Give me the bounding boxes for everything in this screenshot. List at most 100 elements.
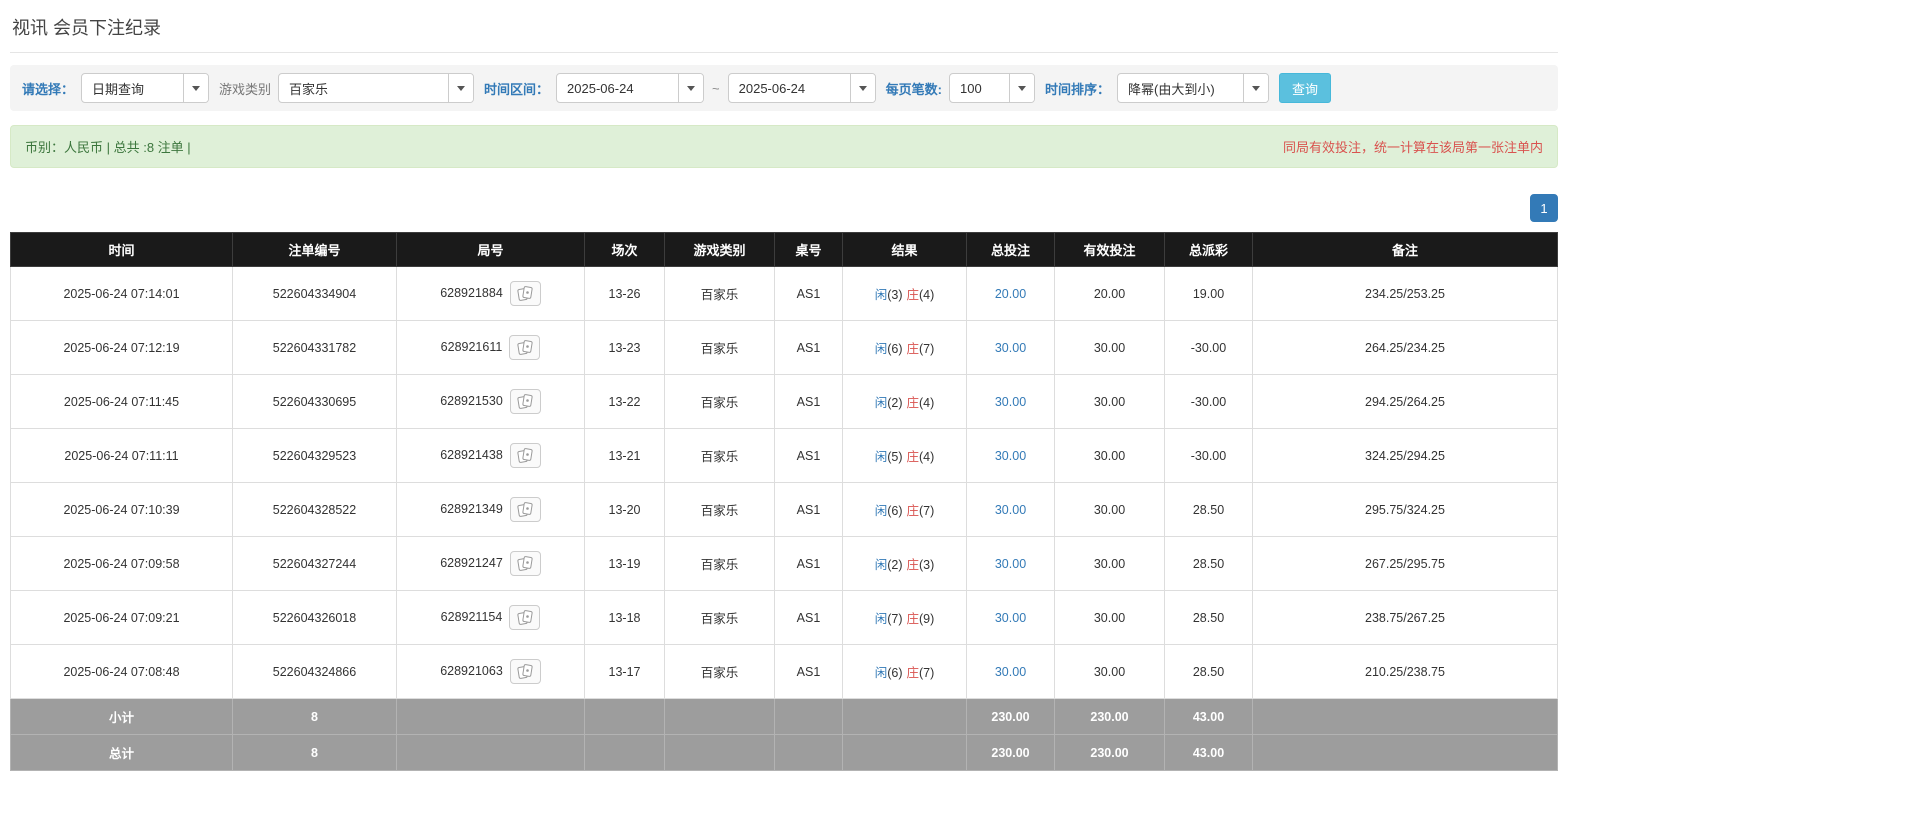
page-container: 视讯 会员下注纪录 请选择： 日期查询 游戏类别 百家乐 时间区间： 2025-… [10, 0, 1558, 771]
cards-icon [517, 394, 533, 409]
column-header: 总投注 [966, 232, 1055, 267]
summary-bar: 币别：人民币 | 总共 :8 注单 | 同局有效投注，统一计算在该局第一张注单内 [10, 125, 1558, 168]
table-row: 2025-06-24 07:09:21 522604326018 6289211… [10, 590, 1558, 645]
table-row: 2025-06-24 07:10:39 522604328522 6289213… [10, 482, 1558, 537]
cell-note: 238.75/267.25 [1252, 590, 1558, 645]
cell-round-id: 628921247 [396, 536, 585, 591]
cell-table-no: AS1 [774, 590, 843, 645]
subtotal-count: 8 [232, 698, 397, 735]
cell-game-type: 百家乐 [664, 644, 775, 699]
filter-bar: 请选择： 日期查询 游戏类别 百家乐 时间区间： 2025-06-24 ~ 20… [10, 65, 1558, 111]
search-button[interactable]: 查询 [1279, 73, 1332, 103]
cell-note: 234.25/253.25 [1252, 266, 1558, 321]
cell-game-type: 百家乐 [664, 536, 775, 591]
cell-total-bet: 30.00 [966, 536, 1055, 591]
cell-valid-bet: 30.00 [1054, 590, 1165, 645]
caret-down-icon [1243, 74, 1268, 102]
cell-round-id: 628921884 [396, 266, 585, 321]
cards-icon [517, 502, 533, 517]
date-from-select[interactable]: 2025-06-24 [556, 73, 705, 103]
player-result-points: (3) [887, 288, 903, 302]
view-cards-button[interactable] [509, 335, 541, 360]
game-type-select[interactable]: 百家乐 [278, 73, 475, 103]
round-id: 628921884 [440, 285, 503, 300]
column-header: 局号 [396, 232, 585, 267]
cell-session: 13-19 [584, 536, 665, 591]
cell-round-id: 628921438 [396, 428, 585, 483]
filter-date-range: 时间区间： 2025-06-24 ~ 2025-06-24 [484, 73, 876, 103]
view-cards-button[interactable] [509, 497, 541, 522]
caret-down-icon [678, 74, 704, 102]
cell-valid-bet: 20.00 [1054, 266, 1165, 321]
pagination-page-1[interactable]: 1 [1530, 194, 1558, 222]
date-from-value: 2025-06-24 [567, 80, 634, 96]
view-cards-button[interactable] [509, 659, 541, 684]
cell-session: 13-21 [584, 428, 665, 483]
total-bet-link[interactable]: 30.00 [995, 503, 1026, 517]
table-foot: 小计 8 230.00 230.00 43.00 总计 8 230.00 230… [10, 698, 1558, 771]
total-bet-link[interactable]: 30.00 [995, 341, 1026, 355]
cell-payout: 28.50 [1164, 590, 1253, 645]
cell-bet-id: 522604329523 [232, 428, 397, 483]
date-type-select[interactable]: 日期查询 [81, 73, 210, 103]
player-result-label: 闲 [874, 450, 888, 464]
total-bet-link[interactable]: 30.00 [995, 611, 1026, 625]
banker-result-label: 庄 [906, 342, 920, 356]
cell-payout: 28.50 [1164, 536, 1253, 591]
cell-bet-id: 522604334904 [232, 266, 397, 321]
date-type-value: 日期查询 [92, 81, 145, 97]
view-cards-button[interactable] [509, 443, 541, 468]
total-bet-link[interactable]: 30.00 [995, 395, 1026, 409]
cell-payout: -30.00 [1164, 374, 1253, 429]
cell-session: 13-26 [584, 266, 665, 321]
total-bet-link[interactable]: 30.00 [995, 665, 1026, 679]
empty-cell [1252, 734, 1558, 771]
date-range-label: 时间区间： [484, 81, 550, 97]
player-result-label: 闲 [874, 288, 888, 302]
view-cards-button[interactable] [509, 389, 541, 414]
empty-cell [842, 734, 967, 771]
view-cards-button[interactable] [509, 281, 541, 306]
table-row: 2025-06-24 07:09:58 522604327244 6289212… [10, 536, 1558, 591]
cell-total-bet: 30.00 [966, 320, 1055, 375]
cell-time: 2025-06-24 07:10:39 [10, 482, 233, 537]
betting-records-table: 时间 注单编号 局号 场次 游戏类别 桌号 结果 总投注 有效投注 总派彩 备注 2025-06-2… [10, 232, 1558, 771]
view-cards-button[interactable] [509, 551, 541, 576]
total-bet-link[interactable]: 30.00 [995, 449, 1026, 463]
column-header: 桌号 [774, 232, 843, 267]
player-result-points: (6) [887, 504, 903, 518]
empty-cell [664, 734, 775, 771]
cards-icon [517, 556, 533, 571]
total-bet-link[interactable]: 30.00 [995, 557, 1026, 571]
date-to-select[interactable]: 2025-06-24 [727, 73, 876, 103]
view-cards-button[interactable] [509, 605, 541, 630]
cell-result: 闲(7) 庄(9) [842, 590, 967, 645]
column-header: 场次 [584, 232, 665, 267]
cell-game-type: 百家乐 [664, 428, 775, 483]
cell-result: 闲(3) 庄(4) [842, 266, 967, 321]
table-row: 2025-06-24 07:14:01 522604334904 6289218… [10, 266, 1558, 321]
total-bet-link[interactable]: 20.00 [995, 287, 1026, 301]
game-type-label: 游戏类别 [219, 81, 272, 97]
table-row: 2025-06-24 07:11:11 522604329523 6289214… [10, 428, 1558, 483]
cell-round-id: 628921530 [396, 374, 585, 429]
round-id: 628921530 [440, 393, 503, 408]
game-type-value: 百家乐 [289, 81, 329, 97]
column-header: 游戏类别 [664, 232, 775, 267]
banker-result-points: (4) [919, 450, 935, 464]
subtotal-total-bet: 230.00 [966, 698, 1055, 735]
cell-table-no: AS1 [774, 644, 843, 699]
player-result-points: (2) [887, 558, 903, 572]
cell-total-bet: 30.00 [966, 482, 1055, 537]
page-title: 视讯 会员下注纪录 [12, 18, 162, 38]
cell-session: 13-17 [584, 644, 665, 699]
page-size-select[interactable]: 100 [948, 73, 1035, 103]
cell-payout: -30.00 [1164, 428, 1253, 483]
table-row: 2025-06-24 07:12:19 522604331782 6289216… [10, 320, 1558, 375]
sort-order-select[interactable]: 降幂(由大到小) [1117, 73, 1269, 103]
cell-valid-bet: 30.00 [1054, 320, 1165, 375]
table-head: 时间 注单编号 局号 场次 游戏类别 桌号 结果 总投注 有效投注 总派彩 备注 [10, 232, 1558, 267]
cell-time: 2025-06-24 07:11:11 [10, 428, 233, 483]
table-body: 2025-06-24 07:14:01 522604334904 6289218… [10, 266, 1558, 699]
total-valid-bet: 230.00 [1054, 734, 1165, 771]
